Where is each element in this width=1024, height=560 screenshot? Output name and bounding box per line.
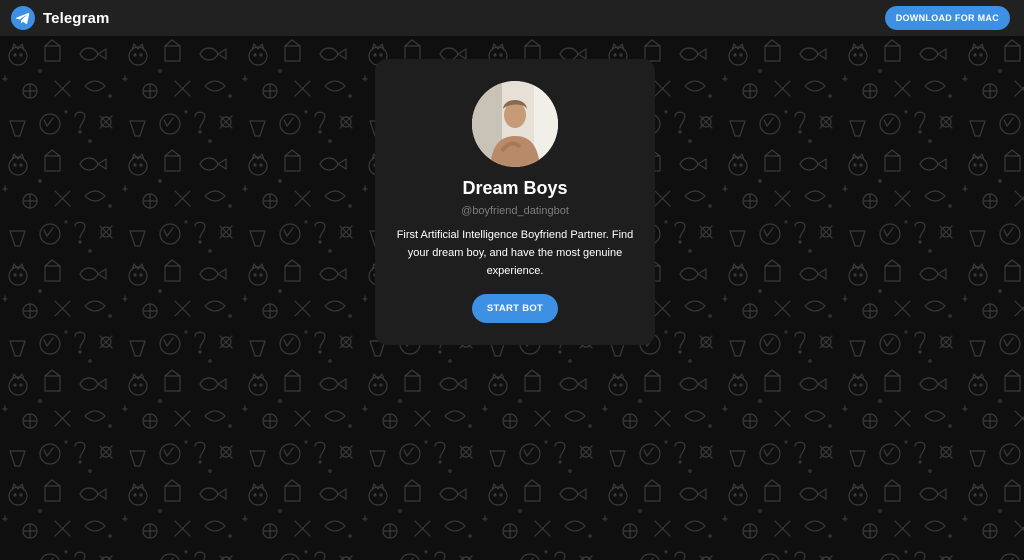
download-for-mac-button[interactable]: DOWNLOAD FOR MAC [884, 6, 1010, 30]
bot-name: Dream Boys [462, 178, 568, 198]
brand-name: Telegram [43, 9, 110, 27]
bot-avatar [472, 81, 558, 167]
brand[interactable]: Telegram [11, 6, 109, 30]
start-bot-button[interactable]: START BOT [472, 294, 558, 323]
profile-photo [472, 81, 558, 167]
bot-description: First Artificial Intelligence Boyfriend … [396, 229, 634, 277]
bot-username: @boyfriend_datingbot [461, 205, 569, 217]
bot-profile-card: Dream Boys @boyfriend_datingbot First Ar… [375, 59, 655, 345]
telegram-logo-icon [11, 6, 35, 30]
top-bar: Telegram DOWNLOAD FOR MAC [0, 0, 1024, 36]
